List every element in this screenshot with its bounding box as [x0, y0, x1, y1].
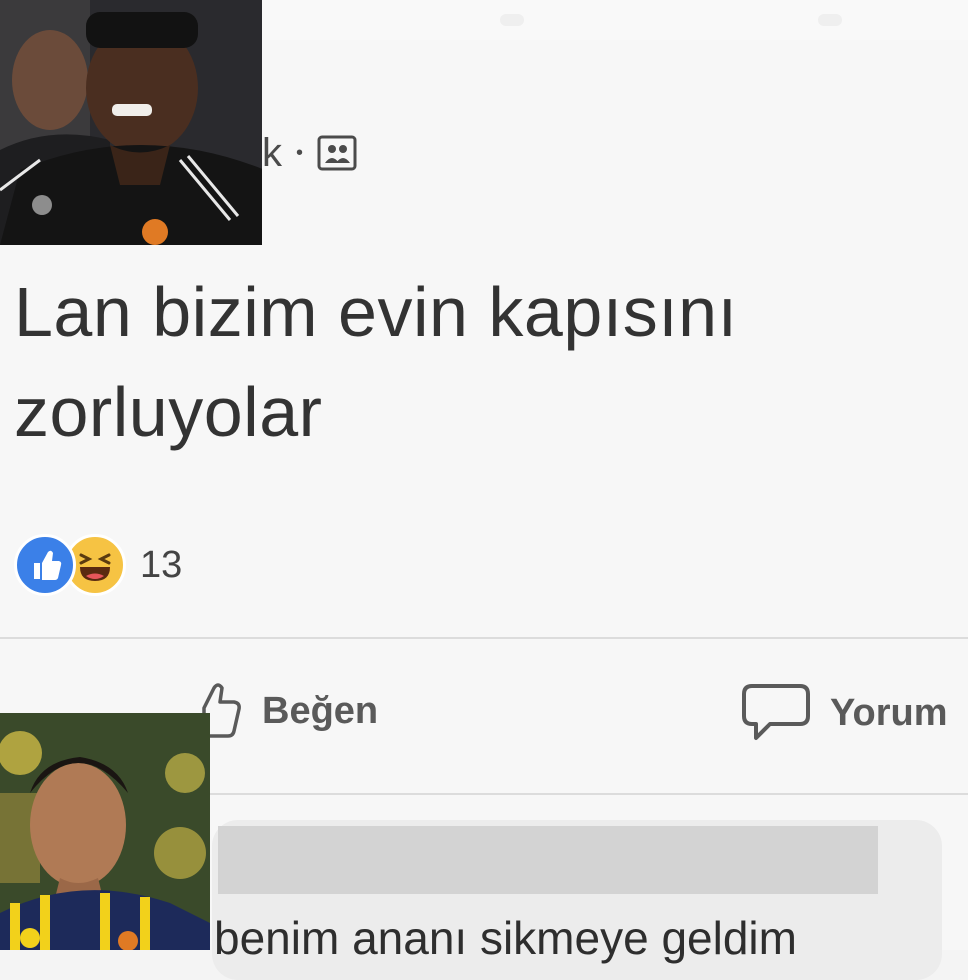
reaction-summary[interactable]: 13	[14, 534, 182, 596]
comment-button[interactable]: Yorum	[742, 680, 948, 746]
top-strip-shape	[500, 14, 524, 26]
friends-icon[interactable]	[317, 135, 357, 171]
post-text-line: Lan bizim evin kapısını	[14, 273, 738, 351]
post-timestamp[interactable]: k	[262, 133, 282, 173]
like-label: Beğen	[262, 689, 379, 732]
comment-label: Yorum	[830, 691, 948, 734]
player-photo-top	[0, 0, 262, 245]
post-text: Lan bizim evin kapısını zorluyolar	[14, 262, 914, 462]
player-photo-bottom	[0, 713, 210, 950]
redacted-commenter-name	[218, 826, 878, 894]
meta-separator: •	[296, 141, 304, 164]
post-meta: k •	[262, 128, 357, 178]
facebook-post: k • Lan bizim evin kapısını zorluyolar 1…	[0, 0, 968, 980]
like-reaction-icon	[14, 534, 76, 596]
post-text-line: zorluyolar	[14, 373, 323, 451]
divider	[0, 637, 968, 639]
comment-text: benim ananı sikmeye geldim	[214, 912, 797, 964]
speech-bubble-icon	[742, 684, 810, 740]
reaction-count: 13	[140, 543, 183, 586]
top-strip-shape	[818, 14, 842, 26]
like-button[interactable]: Beğen	[200, 680, 378, 742]
